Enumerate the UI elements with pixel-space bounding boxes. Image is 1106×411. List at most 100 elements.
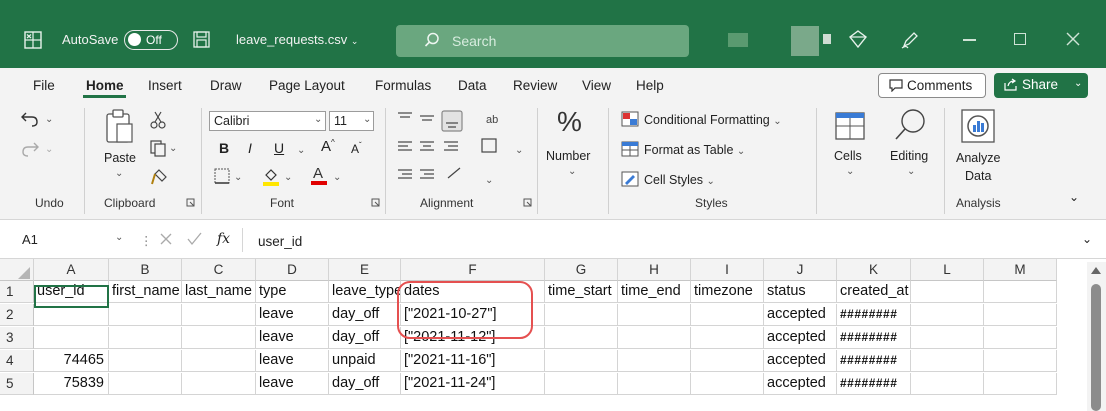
cell-h1[interactable]: time_end [618, 281, 691, 303]
column-header-h[interactable]: H [618, 259, 691, 281]
cell-k2[interactable]: ######## [837, 304, 911, 326]
merge-dropdown-icon[interactable]: ⌄ [515, 145, 523, 156]
format-as-table-button[interactable]: Format as Table ⌄ [644, 143, 745, 157]
font-color-dropdown-icon[interactable]: ⌄ [333, 172, 341, 183]
cell-k4[interactable]: ######## [837, 350, 911, 372]
cell-a2[interactable] [34, 304, 109, 326]
cell-i2[interactable] [691, 304, 764, 326]
cell-l5[interactable] [911, 373, 984, 395]
cell-b5[interactable] [109, 373, 182, 395]
insert-function-icon[interactable]: fx [217, 231, 230, 247]
analyze-data-icon[interactable] [960, 108, 996, 144]
more-options-icon[interactable]: ⋮ [140, 233, 153, 248]
tab-home[interactable]: Home [86, 78, 124, 93]
cell-j3[interactable]: accepted [764, 327, 837, 349]
cell-j5[interactable]: accepted [764, 373, 837, 395]
paste-label[interactable]: Paste [104, 151, 136, 165]
cell-l1[interactable] [911, 281, 984, 303]
tab-review[interactable]: Review [513, 78, 557, 93]
paste-dropdown-icon[interactable]: ⌄ [115, 168, 123, 179]
cell-h4[interactable] [618, 350, 691, 372]
cell-d3[interactable]: leave [256, 327, 329, 349]
tab-formulas[interactable]: Formulas [375, 78, 431, 93]
copy-icon[interactable] [150, 140, 166, 157]
copy-dropdown-icon[interactable]: ⌄ [169, 143, 177, 154]
cell-k3[interactable]: ######## [837, 327, 911, 349]
cell-c2[interactable] [182, 304, 256, 326]
font-name-dropdown[interactable]: Calibri ⌄ [209, 111, 326, 131]
confirm-entry-icon[interactable] [187, 232, 202, 246]
scroll-thumb[interactable] [1091, 284, 1101, 411]
row-header[interactable]: 1 [0, 281, 34, 303]
cells-label[interactable]: Cells [834, 149, 862, 163]
orientation-dropdown-icon[interactable]: ⌄ [485, 175, 493, 186]
vertical-scrollbar[interactable] [1087, 262, 1106, 411]
cell-j1[interactable]: status [764, 281, 837, 303]
cell-d4[interactable]: leave [256, 350, 329, 372]
cell-e2[interactable]: day_off [329, 304, 401, 326]
cell-b1[interactable]: first_name [109, 281, 182, 303]
comments-button[interactable]: Comments [878, 73, 986, 98]
italic-button[interactable]: I [248, 140, 252, 156]
minimize-button[interactable] [963, 39, 976, 41]
cell-k1[interactable]: created_at [837, 281, 911, 303]
cell-d1[interactable]: type [256, 281, 329, 303]
premium-diamond-icon[interactable] [849, 30, 867, 48]
cell-e5[interactable]: day_off [329, 373, 401, 395]
cell-m1[interactable] [984, 281, 1057, 303]
cell-m3[interactable] [984, 327, 1057, 349]
name-box[interactable]: A1 ⌄ [16, 228, 132, 252]
column-header-c[interactable]: C [182, 259, 256, 281]
cell-c3[interactable] [182, 327, 256, 349]
column-header-d[interactable]: D [256, 259, 329, 281]
cell-b2[interactable] [109, 304, 182, 326]
number-label[interactable]: Number [546, 149, 590, 163]
share-button[interactable]: Share ⌄ [994, 73, 1088, 98]
spreadsheet-grid[interactable]: A B C D E F G H I J K L M 1 user_id first_name last_name… [0, 259, 1106, 411]
column-header-l[interactable]: L [911, 259, 984, 281]
underline-dropdown-icon[interactable]: ⌄ [297, 145, 305, 156]
undo-icon[interactable] [20, 110, 40, 128]
row-header[interactable]: 4 [0, 350, 34, 372]
cell-h5[interactable] [618, 373, 691, 395]
cell-i4[interactable] [691, 350, 764, 372]
dialog-launcher-icon[interactable] [523, 198, 532, 207]
expand-formula-bar-icon[interactable]: ⌄ [1082, 232, 1092, 246]
chevron-down-icon[interactable]: ⌄ [1074, 78, 1082, 89]
cell-m4[interactable] [984, 350, 1057, 372]
redo-icon[interactable] [20, 140, 40, 158]
font-color-icon[interactable]: A [310, 164, 328, 186]
undo-dropdown-icon[interactable]: ⌄ [45, 114, 53, 125]
analyze-label-line1[interactable]: Analyze [956, 151, 1000, 165]
cell-e1[interactable]: leave_type [329, 281, 401, 303]
tab-file[interactable]: File [33, 78, 55, 93]
editing-label[interactable]: Editing [890, 149, 928, 163]
save-icon[interactable] [193, 31, 210, 48]
cell-i5[interactable] [691, 373, 764, 395]
cell-h2[interactable] [618, 304, 691, 326]
row-header[interactable]: 3 [0, 327, 34, 349]
cancel-entry-icon[interactable] [159, 232, 173, 246]
cell-m5[interactable] [984, 373, 1057, 395]
dialog-launcher-icon[interactable] [371, 198, 380, 207]
column-header-j[interactable]: J [764, 259, 837, 281]
select-all-corner[interactable] [0, 259, 34, 281]
cell-f4[interactable]: ["2021-11-16"] [401, 350, 545, 372]
editing-search-icon[interactable] [893, 108, 929, 142]
tab-view[interactable]: View [582, 78, 611, 93]
cell-d2[interactable]: leave [256, 304, 329, 326]
column-header-i[interactable]: I [691, 259, 764, 281]
close-icon[interactable] [1065, 31, 1081, 47]
cell-e4[interactable]: unpaid [329, 350, 401, 372]
cells-icon[interactable] [834, 111, 866, 141]
cell-l2[interactable] [911, 304, 984, 326]
cell-l4[interactable] [911, 350, 984, 372]
cell-g1[interactable]: time_start [545, 281, 618, 303]
tab-draw[interactable]: Draw [210, 78, 242, 93]
column-header-a[interactable]: A [34, 259, 109, 281]
cell-f3[interactable]: ["2021-11-12"] [401, 327, 545, 349]
font-size-dropdown[interactable]: 11 ⌄ [329, 111, 374, 131]
cell-j4[interactable]: accepted [764, 350, 837, 372]
cell-f2[interactable]: ["2021-10-27"] [401, 304, 545, 326]
cell-a3[interactable] [34, 327, 109, 349]
